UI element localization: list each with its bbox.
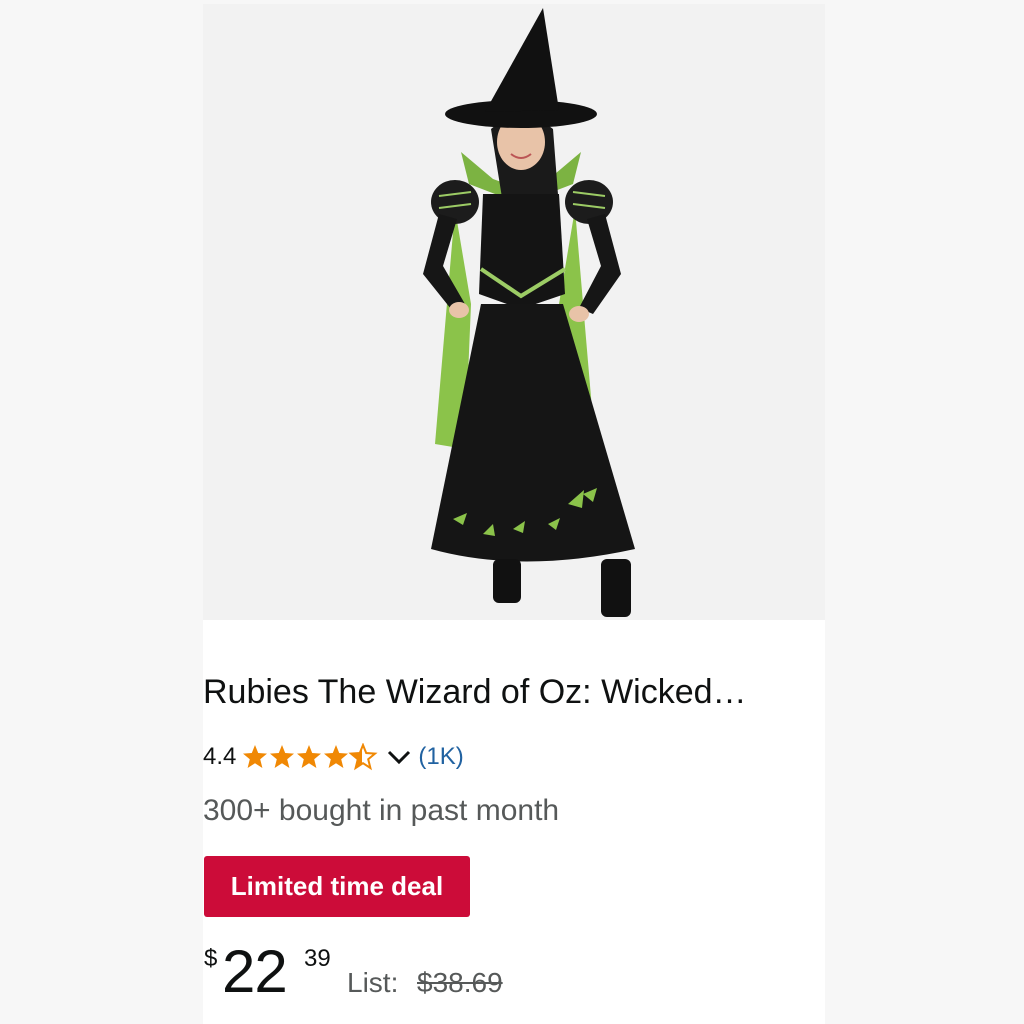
list-price-label: List: (347, 967, 399, 998)
price-whole: 22 (222, 938, 288, 1005)
product-card[interactable]: Rubies The Wizard of Oz: Wicked… 4.4 (1K… (203, 4, 825, 1024)
price-symbol: $ (204, 945, 218, 972)
star-icon (243, 745, 268, 768)
star-icon (270, 745, 295, 768)
stars-icon (243, 743, 378, 771)
list-price: $38.69 (417, 967, 503, 998)
star-rating[interactable] (242, 743, 382, 771)
limited-time-deal-badge: Limited time deal (204, 856, 470, 917)
rating-row: 4.4 (1K) (203, 739, 464, 775)
price-block[interactable]: $ 22 39 List: $38.69 (204, 938, 824, 1019)
bought-in-past-month: 300+ bought in past month (203, 794, 560, 827)
star-icon (297, 745, 322, 768)
witch-costume-photo (423, 8, 635, 617)
chevron-down-icon[interactable] (386, 748, 412, 766)
product-image[interactable] (203, 4, 825, 620)
star-icon (324, 745, 349, 768)
review-count-link[interactable]: (1K) (418, 743, 463, 771)
product-title[interactable]: Rubies The Wizard of Oz: Wicked… (203, 672, 823, 712)
price-fraction: 39 (304, 945, 331, 972)
rating-value: 4.4 (203, 743, 237, 770)
